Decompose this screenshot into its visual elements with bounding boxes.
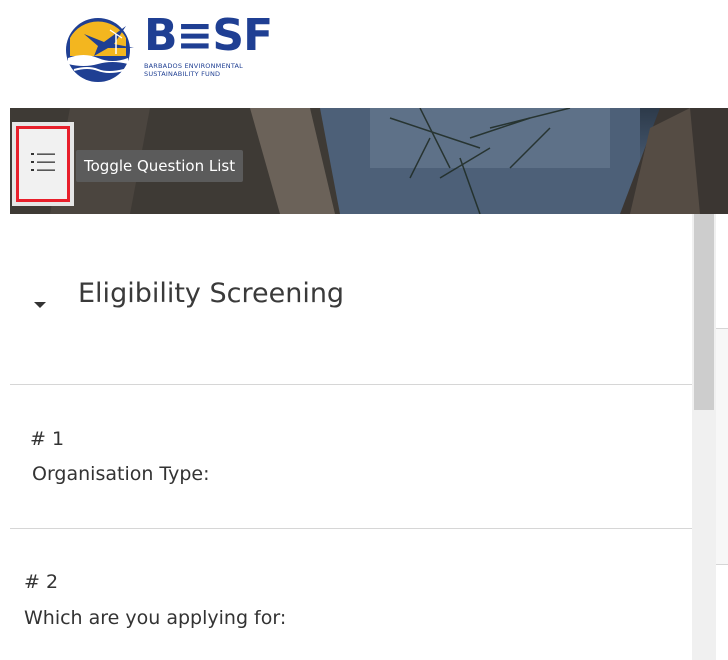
besf-emblem-icon	[66, 18, 134, 82]
question-list-scrollbar[interactable]	[692, 214, 716, 660]
question-number: # 2	[24, 571, 59, 593]
question-list-panel: Eligibility Screening # 1 Organisation T…	[10, 214, 692, 660]
besf-logo[interactable]: B≡SF BARBADOS ENVIRONMENTAL SUSTAINABILI…	[64, 10, 304, 84]
besf-subtitle: BARBADOS ENVIRONMENTAL SUSTAINABILITY FU…	[144, 62, 294, 78]
toggle-question-list-button[interactable]	[12, 122, 74, 206]
question-list-item[interactable]: # 1 Organisation Type:	[10, 385, 692, 529]
list-icon	[31, 153, 55, 171]
section-eligibility-screening[interactable]: Eligibility Screening	[10, 214, 692, 385]
toggle-question-list-tooltip: Toggle Question List	[76, 150, 244, 182]
divider	[716, 564, 728, 565]
content-panel-edge	[716, 329, 728, 564]
caret-down-icon[interactable]	[34, 302, 46, 308]
besf-subtitle-line2: SUSTAINABILITY FUND	[144, 70, 221, 78]
besf-subtitle-line1: BARBADOS ENVIRONMENTAL	[144, 62, 243, 70]
section-title: Eligibility Screening	[78, 278, 345, 309]
question-number: # 1	[30, 428, 65, 450]
scrollbar-thumb[interactable]	[694, 214, 714, 410]
question-text: Which are you applying for:	[24, 607, 287, 629]
question-text: Organisation Type:	[32, 463, 210, 485]
besf-wordmark: B≡SF	[144, 10, 273, 61]
main-content-edge	[716, 214, 728, 660]
question-list-item[interactable]: # 2 Which are you applying for:	[10, 529, 692, 660]
site-header: B≡SF BARBADOS ENVIRONMENTAL SUSTAINABILI…	[0, 0, 728, 108]
